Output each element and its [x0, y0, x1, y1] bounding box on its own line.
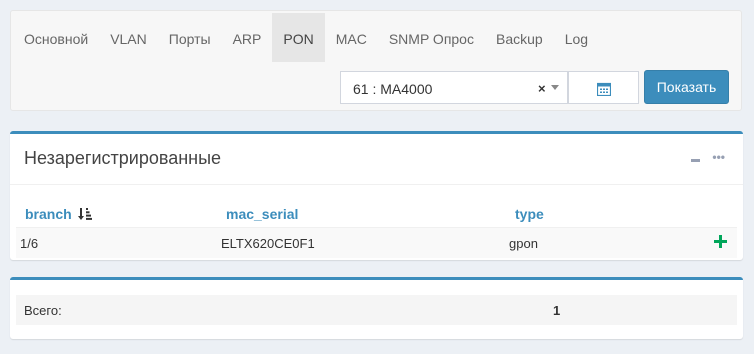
tab-mac[interactable]: MAC [325, 13, 378, 62]
total-row: Всего: 1 [16, 295, 737, 325]
top-panel: Основной VLAN Порты ARP PON MAC SNMP Опр… [10, 10, 742, 111]
show-button[interactable]: Показать [644, 70, 729, 104]
tab-log[interactable]: Log [554, 13, 599, 62]
tab-main[interactable]: Основной [13, 13, 99, 62]
tab-pon[interactable]: PON [272, 13, 325, 62]
divider [10, 184, 743, 185]
box-title: Незарегистрированные [24, 148, 222, 168]
device-select-value: 61 : MA4000 [353, 81, 433, 97]
chevron-down-icon[interactable] [551, 85, 559, 90]
tab-arp[interactable]: ARP [222, 13, 273, 62]
tab-snmp[interactable]: SNMP Опрос [378, 13, 485, 62]
box-tools: ••• [691, 151, 725, 163]
unregistered-box: Незарегистрированные ••• branch mac_seri… [10, 131, 743, 260]
total-label: Всего: [24, 303, 62, 318]
column-header-type[interactable]: type [515, 206, 544, 222]
total-box: Всего: 1 [10, 277, 743, 339]
column-header-branch[interactable]: branch [25, 206, 92, 222]
collapse-icon[interactable] [691, 158, 701, 162]
calendar-button[interactable] [568, 71, 639, 104]
cell-type: gpon [509, 236, 538, 251]
tab-ports[interactable]: Порты [158, 13, 222, 62]
sort-amount-down-icon [77, 208, 92, 220]
tab-backup[interactable]: Backup [485, 13, 554, 62]
total-value: 1 [553, 303, 561, 318]
tab-vlan[interactable]: VLAN [99, 13, 158, 62]
tab-bar: Основной VLAN Порты ARP PON MAC SNMP Опр… [13, 13, 599, 62]
cell-mac-serial: ELTX620CE0F1 [221, 236, 315, 251]
table-row: 1/6 ELTX620CE0F1 gpon [16, 228, 737, 258]
column-header-mac-serial[interactable]: mac_serial [226, 206, 298, 222]
column-header-label: branch [25, 206, 72, 222]
calendar-icon [597, 82, 611, 96]
cell-branch: 1/6 [20, 236, 39, 251]
clear-selection-icon[interactable]: × [538, 81, 546, 96]
add-icon[interactable] [714, 235, 727, 248]
more-options-icon[interactable]: ••• [712, 151, 725, 163]
device-select[interactable]: 61 : MA4000 × [340, 71, 568, 104]
